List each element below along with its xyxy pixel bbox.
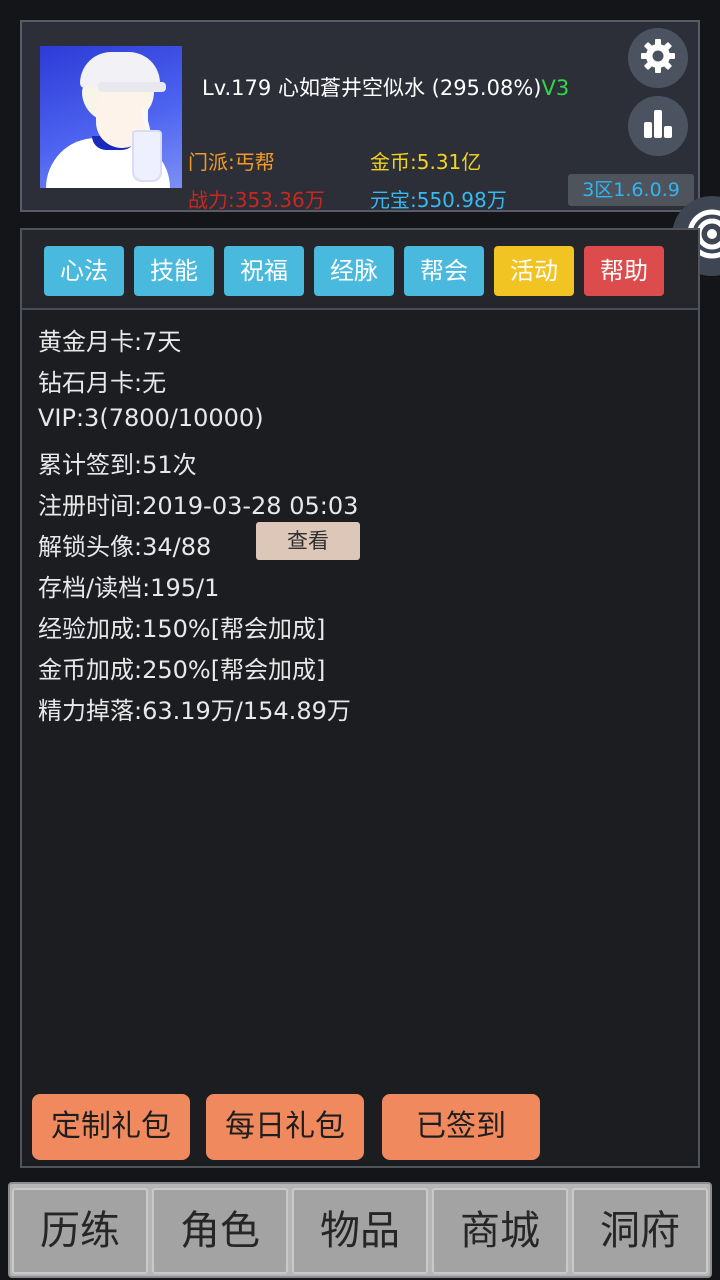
register-time: 注册时间:2019-03-28 05:03: [38, 492, 359, 520]
bar-chart-icon: [638, 104, 678, 148]
gear-icon: [638, 36, 678, 80]
settings-button[interactable]: [628, 28, 688, 88]
custom-gift-button[interactable]: 定制礼包: [32, 1094, 190, 1160]
exp-bonus: 经验加成:150%[帮会加成]: [38, 615, 326, 643]
tab-blessing[interactable]: 祝福: [224, 246, 304, 296]
main-panel: 心法 技能 祝福 经脉 帮会 活动 帮助 黄金月卡:7天 钻石月卡:无 VIP:…: [20, 228, 700, 1168]
view-avatars-button[interactable]: 查看: [256, 522, 360, 560]
tab-xinfa[interactable]: 心法: [44, 246, 124, 296]
nav-character[interactable]: 角色: [152, 1188, 288, 1274]
save-load-count: 存档/读档:195/1: [38, 574, 220, 602]
power-stat: 战力:353.36万: [188, 188, 325, 212]
energy-drop: 精力掉落:63.19万/154.89万: [38, 697, 351, 725]
tab-events[interactable]: 活动: [494, 246, 574, 296]
diamond-monthly-card: 钻石月卡:无: [38, 369, 167, 397]
unlocked-avatars: 解锁头像:34/88: [38, 533, 212, 561]
stats-button[interactable]: [628, 96, 688, 156]
nav-cave[interactable]: 洞府: [572, 1188, 708, 1274]
tab-bar: 心法 技能 祝福 经脉 帮会 活动 帮助: [22, 230, 698, 310]
vip-progress: VIP:3(7800/10000): [38, 404, 264, 432]
player-title-line: Lv.179 心如蒼井空似水 (295.08%)V3: [202, 72, 622, 102]
player-avatar[interactable]: [40, 46, 182, 188]
total-checkins: 累计签到:51次: [38, 451, 197, 479]
checkin-button[interactable]: 已签到: [382, 1094, 540, 1160]
nav-items[interactable]: 物品: [292, 1188, 428, 1274]
vip-tag: V3: [541, 76, 570, 100]
tab-guild[interactable]: 帮会: [404, 246, 484, 296]
nav-shop[interactable]: 商城: [432, 1188, 568, 1274]
tab-skills[interactable]: 技能: [134, 246, 214, 296]
tab-help[interactable]: 帮助: [584, 246, 664, 296]
daily-gift-button[interactable]: 每日礼包: [206, 1094, 364, 1160]
coin-bonus: 金币加成:250%[帮会加成]: [38, 656, 326, 684]
nav-training[interactable]: 历练: [12, 1188, 148, 1274]
player-header-panel: Lv.179 心如蒼井空似水 (295.08%)V3 门派:丐帮 金币:5.31…: [20, 20, 700, 212]
level-progress: (295.08%): [431, 76, 542, 100]
tab-meridians[interactable]: 经脉: [314, 246, 394, 296]
ingot-stat: 元宝:550.98万: [370, 188, 507, 212]
bottom-nav: 历练 角色 物品 商城 洞府: [8, 1182, 712, 1278]
player-level: Lv.179: [202, 76, 272, 100]
gold-monthly-card: 黄金月卡:7天: [38, 328, 182, 356]
server-version-badge: 3区1.6.0.9: [568, 174, 694, 206]
sect-stat: 门派:丐帮: [188, 150, 275, 174]
player-name: 心如蒼井空似水: [277, 76, 425, 100]
coin-stat: 金币:5.31亿: [370, 150, 482, 174]
